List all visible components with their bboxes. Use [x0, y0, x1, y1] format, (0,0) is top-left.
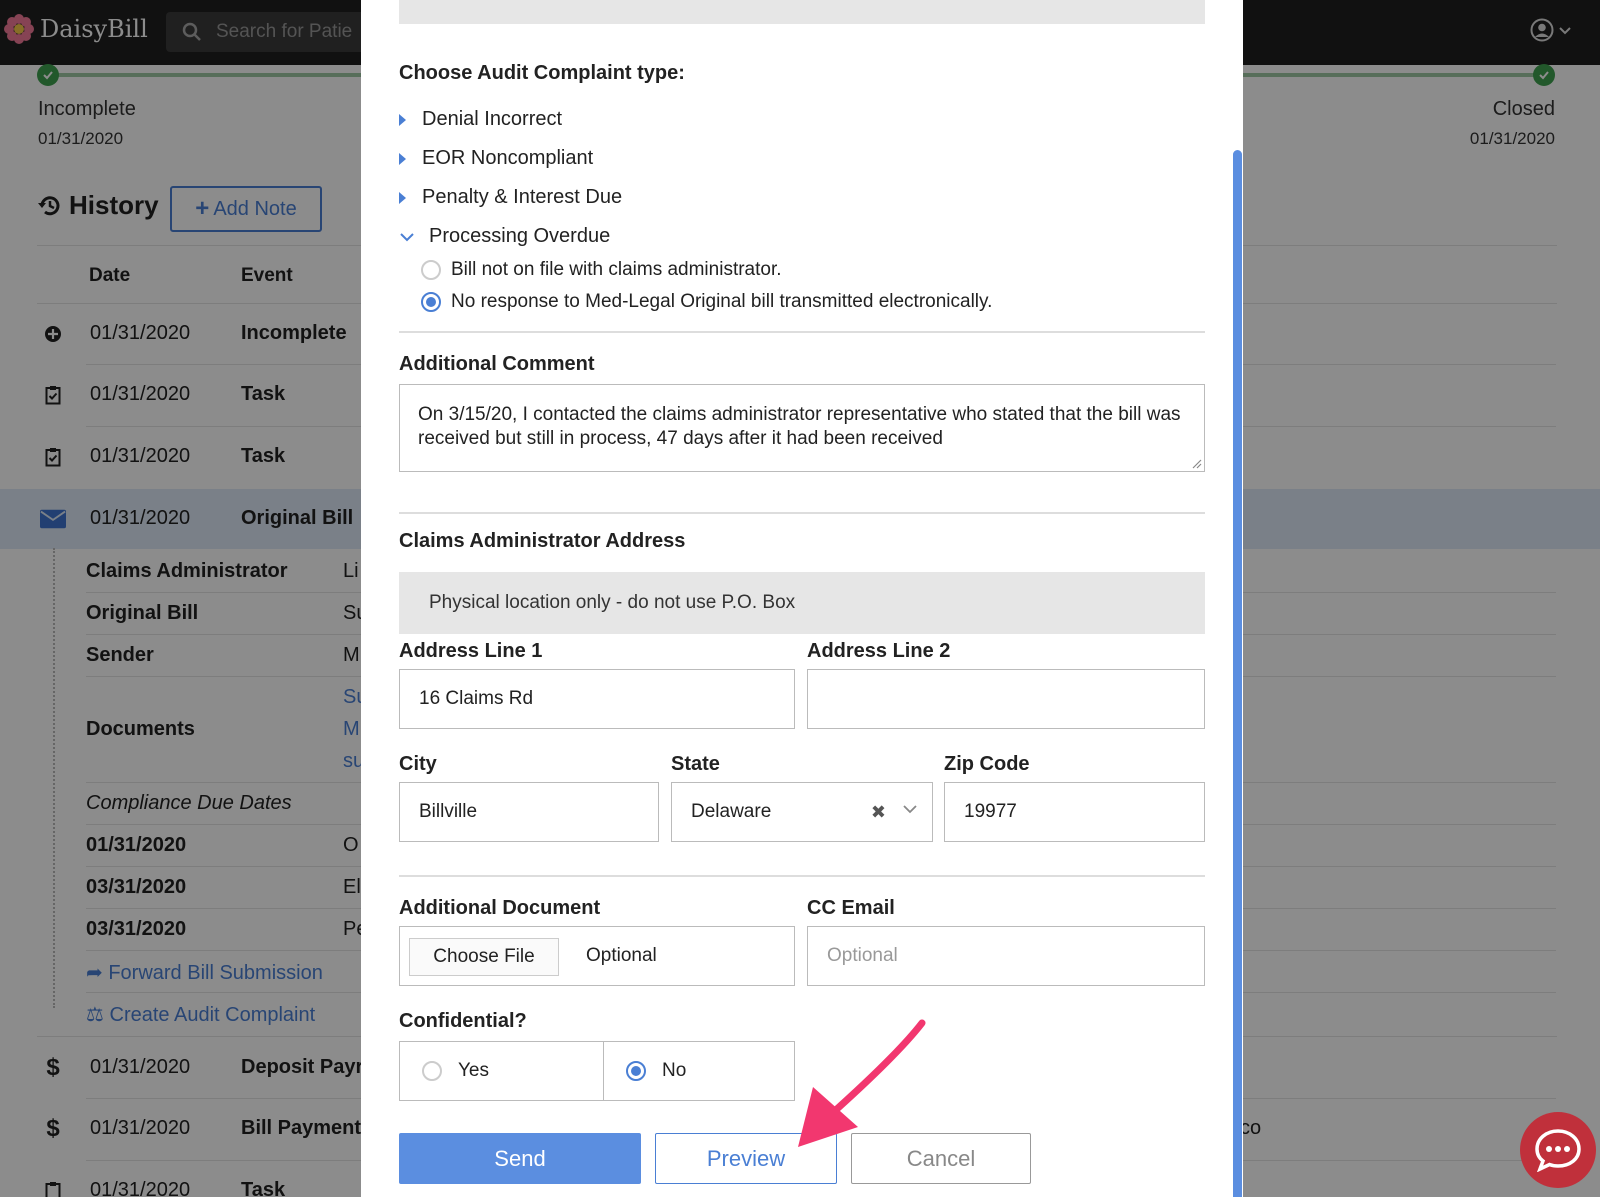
confidential-no-option[interactable]: No	[603, 1041, 795, 1101]
complaint-type-eor-noncompliant[interactable]: EOR Noncompliant	[399, 147, 593, 170]
option-no-response-med-legal[interactable]: No response to Med-Legal Original bill t…	[421, 291, 992, 313]
cc-email-input[interactable]: Optional	[807, 926, 1205, 986]
resize-grip-icon[interactable]	[1190, 457, 1202, 469]
state-label: State	[671, 753, 720, 775]
caret-right-icon	[399, 113, 406, 126]
zip-code-input[interactable]: 19977	[944, 782, 1205, 842]
zip-code-label: Zip Code	[944, 753, 1030, 775]
additional-comment-label: Additional Comment	[399, 353, 595, 375]
chat-button[interactable]	[1520, 1112, 1596, 1188]
confidential-label: Confidential?	[399, 1010, 527, 1032]
send-button[interactable]: Send	[399, 1133, 641, 1184]
radio-button[interactable]	[422, 1061, 442, 1081]
modal-top-band	[399, 0, 1205, 24]
complaint-type-title: Choose Audit Complaint type:	[399, 62, 685, 84]
caret-right-icon	[399, 152, 406, 165]
chevron-down-icon	[400, 232, 414, 241]
clear-icon[interactable]: ✖	[871, 802, 886, 823]
chevron-down-icon	[903, 805, 917, 814]
choose-file-button[interactable]: Choose File	[409, 938, 559, 976]
file-placeholder: Optional	[586, 945, 657, 966]
address-line2-input[interactable]	[807, 669, 1205, 729]
additional-document-file-input[interactable]: Choose File Optional	[399, 926, 795, 986]
radio-button-selected[interactable]	[421, 292, 441, 312]
address-section-title: Claims Administrator Address	[399, 530, 686, 552]
chat-bubble-icon	[1535, 1129, 1581, 1172]
state-select[interactable]: Delaware ✖	[671, 782, 933, 842]
city-input[interactable]: Billville	[399, 782, 659, 842]
radio-button[interactable]	[421, 260, 441, 280]
radio-button-selected[interactable]	[626, 1061, 646, 1081]
confidential-yes-option[interactable]: Yes	[399, 1041, 604, 1101]
complaint-type-denial-incorrect[interactable]: Denial Incorrect	[399, 108, 562, 131]
option-bill-not-on-file[interactable]: Bill not on file with claims administrat…	[421, 259, 782, 281]
caret-right-icon	[399, 191, 406, 204]
address-line1-input[interactable]: 16 Claims Rd	[399, 669, 795, 729]
additional-document-label: Additional Document	[399, 897, 601, 919]
complaint-type-penalty-interest[interactable]: Penalty & Interest Due	[399, 186, 622, 209]
cc-email-label: CC Email	[807, 897, 895, 919]
modal-scrollbar[interactable]	[1233, 150, 1242, 1197]
city-label: City	[399, 753, 437, 775]
address-note: Physical location only - do not use P.O.…	[399, 572, 1205, 634]
annotation-arrow-icon	[798, 1019, 926, 1147]
additional-comment-textarea[interactable]: On 3/15/20, I contacted the claims admin…	[399, 384, 1205, 472]
address-line2-label: Address Line 2	[807, 640, 951, 662]
complaint-type-processing-overdue[interactable]: Processing Overdue	[399, 225, 610, 248]
address-line1-label: Address Line 1	[399, 640, 543, 662]
